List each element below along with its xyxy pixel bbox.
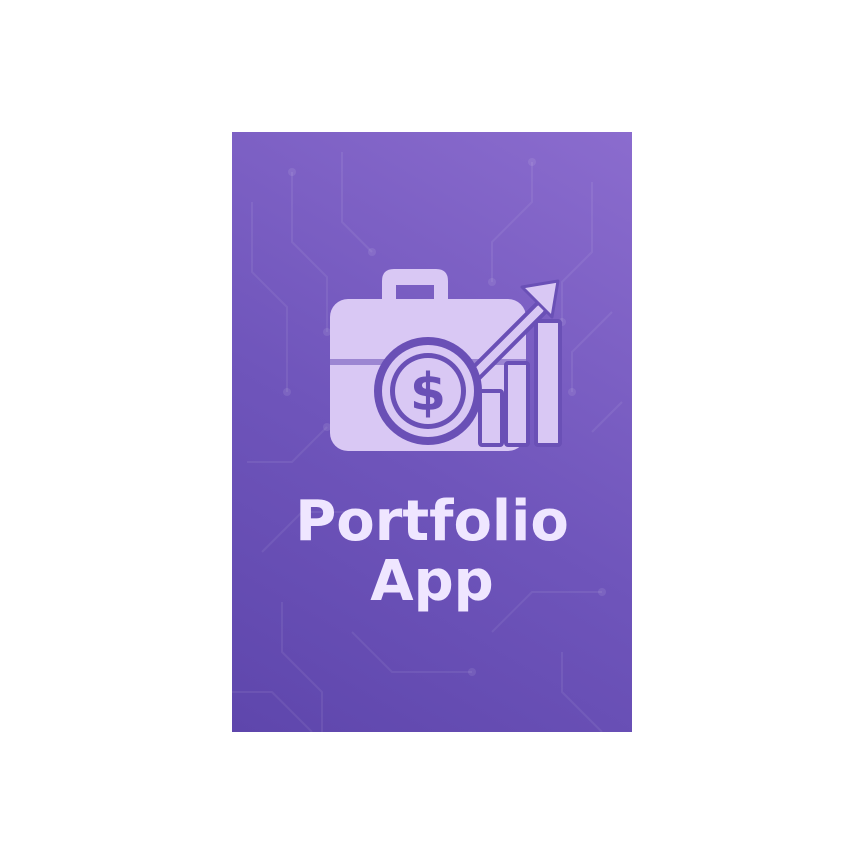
app-title: Portfolio App xyxy=(232,492,632,612)
app-title-line1: Portfolio xyxy=(295,489,569,554)
svg-text:$: $ xyxy=(410,363,446,423)
app-title-line2: App xyxy=(370,549,494,614)
app-splash-card: $ Portfolio App xyxy=(232,132,632,732)
briefcase-dollar-growth-icon: $ xyxy=(330,269,562,451)
dollar-coin-icon: $ xyxy=(374,337,482,445)
splash-screen: $ Portfolio App xyxy=(0,0,864,864)
